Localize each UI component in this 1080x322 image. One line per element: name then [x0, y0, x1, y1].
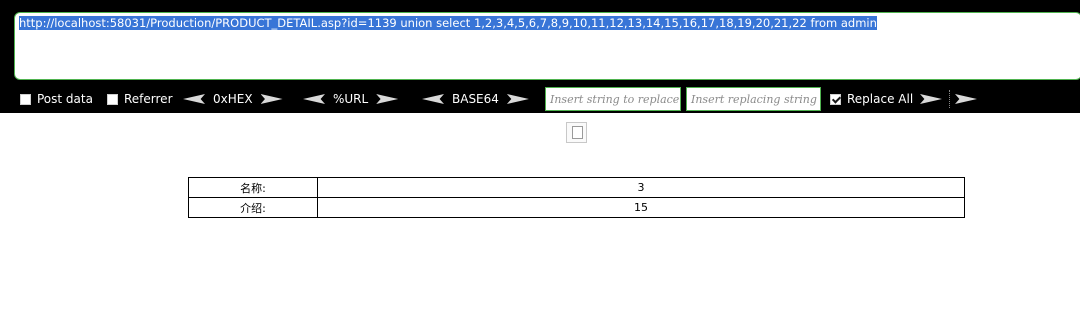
replace-all-label: Replace All [847, 92, 914, 106]
base64-encode-arrow-icon[interactable] [506, 94, 529, 104]
toolbar-divider [949, 90, 950, 108]
referrer-checkbox[interactable] [107, 93, 118, 105]
table-row: 名称: 3 [188, 177, 965, 198]
url-label: %URL [333, 92, 369, 106]
options-bar: Post data Referrer 0xHEX %URL BASE64 Ins… [0, 86, 1080, 112]
hex-decode-arrow-icon[interactable] [183, 94, 205, 104]
post-data-checkbox[interactable] [20, 93, 31, 105]
url-encode-arrow-icon[interactable] [376, 94, 399, 104]
hex-encoder: 0xHEX [183, 86, 283, 112]
referrer-option[interactable]: Referrer [107, 86, 173, 112]
base64-label: BASE64 [452, 92, 499, 106]
hex-label: 0xHEX [213, 92, 253, 106]
base64-encoder: BASE64 [422, 86, 529, 112]
hex-encode-arrow-icon[interactable] [260, 94, 283, 104]
name-value: 3 [317, 177, 965, 198]
intro-label: 介绍: [188, 197, 318, 218]
replace-go-arrow-icon[interactable] [920, 94, 942, 104]
url-textarea[interactable]: http://localhost:58031/Production/PRODUC… [14, 12, 1080, 80]
replace-go[interactable] [920, 86, 942, 112]
intro-value: 15 [317, 197, 965, 218]
table-row: 介绍: 15 [188, 197, 965, 218]
replace-string-input[interactable]: Insert string to replace [545, 87, 681, 111]
base64-decode-arrow-icon[interactable] [422, 94, 444, 104]
hackbar-toolbar: http://localhost:58031/Production/PRODUC… [0, 0, 1080, 113]
url-encoder: %URL [303, 86, 399, 112]
name-label: 名称: [188, 177, 318, 198]
replace-all-option[interactable]: Replace All [830, 86, 913, 112]
url-text-selected[interactable]: http://localhost:58031/Production/PRODUC… [19, 16, 877, 30]
replacing-string-input[interactable]: Insert replacing string [686, 87, 821, 111]
post-data-label: Post data [37, 92, 93, 106]
product-detail-table: 名称: 3 介绍: 15 [188, 177, 965, 218]
url-decode-arrow-icon[interactable] [303, 94, 325, 104]
broken-image-icon [566, 122, 587, 143]
referrer-label: Referrer [124, 92, 173, 106]
execute-arrow-icon[interactable] [955, 94, 977, 104]
post-data-option[interactable]: Post data [20, 86, 93, 112]
execute-go[interactable] [955, 86, 977, 112]
replace-all-checkbox[interactable] [830, 93, 841, 105]
